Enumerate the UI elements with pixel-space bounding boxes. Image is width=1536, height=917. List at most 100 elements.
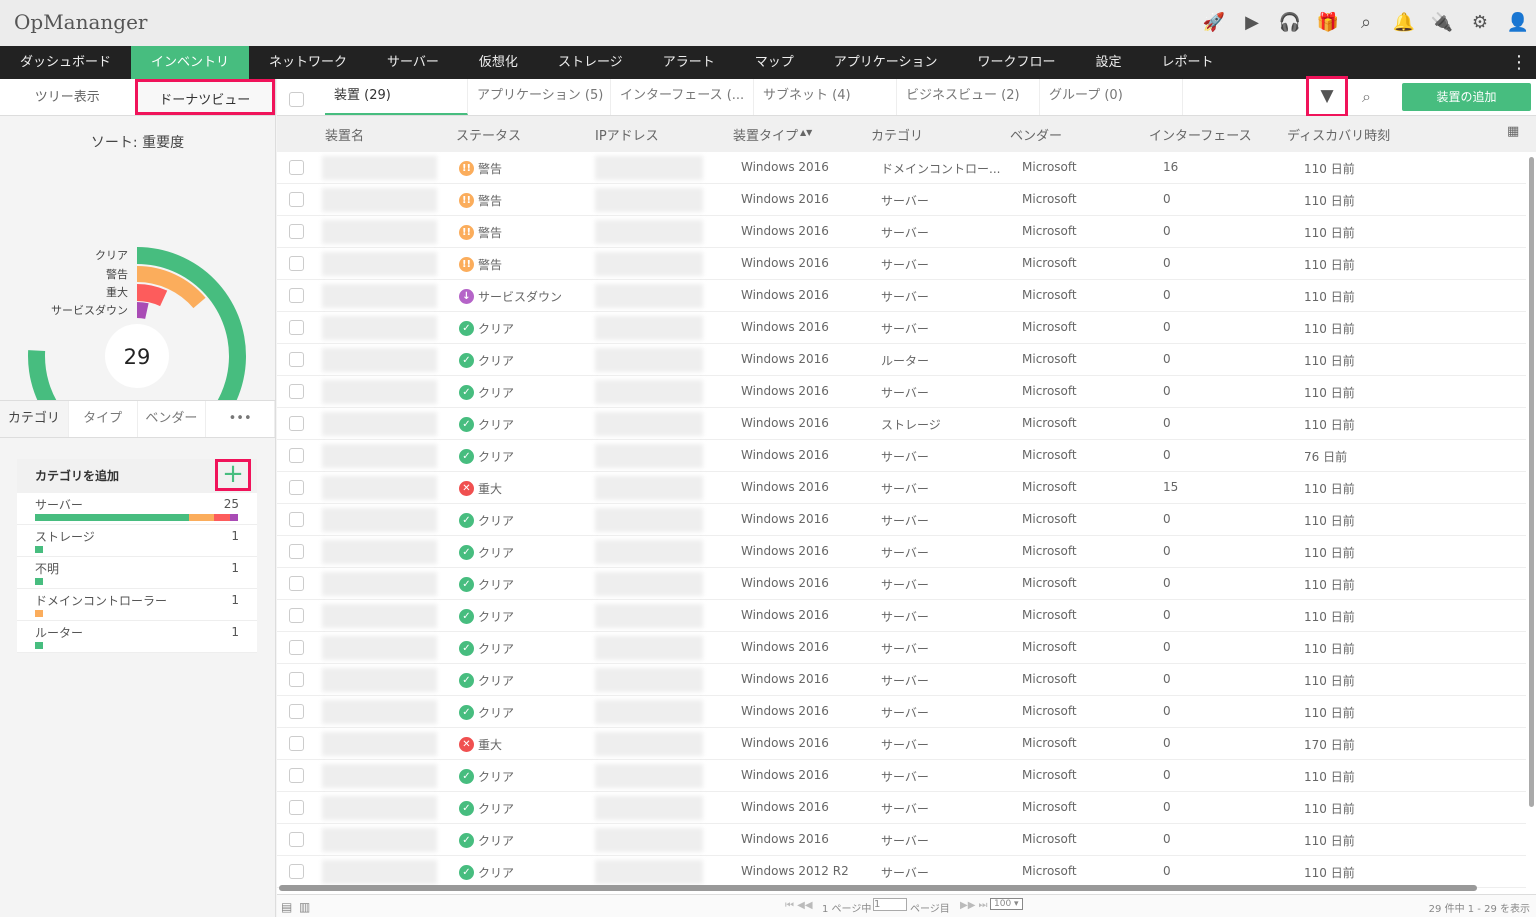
add-category-button[interactable]: + [215, 459, 251, 491]
tab-category[interactable]: カテゴリ [0, 401, 69, 437]
nav-item[interactable]: ストレージ [538, 46, 643, 79]
tab-item[interactable]: 装置 (29) [325, 79, 468, 115]
nav-item[interactable]: ダッシュボード [0, 46, 131, 79]
column-header[interactable]: インターフェース [1149, 125, 1252, 144]
row-checkbox[interactable] [289, 704, 304, 719]
device-name-redacted[interactable] [322, 540, 437, 564]
row-checkbox[interactable] [289, 576, 304, 591]
device-name-redacted[interactable] [322, 412, 437, 436]
headset-icon[interactable]: 🎧 [1278, 10, 1302, 34]
row-checkbox[interactable] [289, 288, 304, 303]
row-checkbox[interactable] [289, 256, 304, 271]
row-checkbox[interactable] [289, 480, 304, 495]
more-tabs-button[interactable]: ••• [206, 401, 275, 437]
device-name-redacted[interactable] [322, 636, 437, 660]
device-name-redacted[interactable] [322, 668, 437, 692]
horizontal-scrollbar[interactable] [279, 885, 1477, 891]
first-prev-page-icon[interactable]: ⏮ ◀◀ [785, 900, 813, 911]
category-item[interactable]: ストレージ 1 [17, 525, 257, 557]
device-name-redacted[interactable] [322, 732, 437, 756]
tab-item[interactable]: インターフェース (... [611, 79, 754, 115]
nav-item[interactable]: 設定 [1075, 46, 1141, 79]
row-checkbox[interactable] [289, 416, 304, 431]
next-last-page-icon[interactable]: ▶▶ ⏭ [960, 900, 988, 911]
select-all-checkbox[interactable] [289, 92, 304, 107]
category-item[interactable]: ドメインコントローラー 1 [17, 589, 257, 621]
nav-item[interactable]: ネットワーク [249, 46, 367, 79]
export-excel-icon[interactable]: ▥ [299, 900, 310, 914]
row-checkbox[interactable] [289, 160, 304, 175]
row-checkbox[interactable] [289, 864, 304, 879]
gift-icon[interactable]: 🎁 [1316, 10, 1340, 34]
category-item[interactable]: ルーター 1 [17, 621, 257, 653]
add-device-button[interactable]: 装置の追加 [1402, 83, 1531, 111]
device-name-redacted[interactable] [322, 284, 437, 308]
category-item[interactable]: 不明 1 [17, 557, 257, 589]
table-row[interactable]: !! 警告 Windows 2016 サーバー Microsoft 0 110 日… [277, 248, 1526, 280]
device-name-redacted[interactable] [322, 572, 437, 596]
nav-item[interactable]: マップ [735, 46, 814, 79]
nav-item[interactable]: 仮想化 [459, 46, 538, 79]
table-row[interactable]: ✓ クリア Windows 2016 サーバー Microsoft 0 110 日… [277, 600, 1526, 632]
device-name-redacted[interactable] [322, 700, 437, 724]
table-row[interactable]: ✓ クリア Windows 2016 サーバー Microsoft 0 110 日… [277, 760, 1526, 792]
gear-icon[interactable]: ⚙ [1468, 10, 1492, 34]
row-checkbox[interactable] [289, 768, 304, 783]
device-name-redacted[interactable] [322, 348, 437, 372]
more-menu-icon[interactable]: ⋮ [1510, 46, 1528, 79]
column-header[interactable]: 装置タイプ [733, 125, 798, 144]
sort-icon[interactable]: ▲▼ [800, 128, 812, 137]
row-checkbox[interactable] [289, 512, 304, 527]
search-icon[interactable]: ⌕ [1354, 10, 1378, 34]
column-header[interactable]: ベンダー [1010, 125, 1062, 144]
tree-view-tab[interactable]: ツリー表示 [0, 79, 135, 115]
row-checkbox[interactable] [289, 608, 304, 623]
nav-item[interactable]: アラート [643, 46, 735, 79]
column-settings-icon[interactable]: ▦ [1507, 124, 1519, 139]
donut-view-tab[interactable]: ドーナツビュー [134, 79, 275, 115]
device-name-redacted[interactable] [322, 156, 437, 180]
tab-item[interactable]: アプリケーション (5) [468, 79, 611, 115]
column-header[interactable]: IPアドレス [595, 125, 659, 144]
device-name-redacted[interactable] [322, 316, 437, 340]
device-name-redacted[interactable] [322, 188, 437, 212]
device-name-redacted[interactable] [322, 764, 437, 788]
table-row[interactable]: ✓ クリア Windows 2016 サーバー Microsoft 0 110 日… [277, 664, 1526, 696]
table-row[interactable]: ✓ クリア Windows 2016 ルーター Microsoft 0 110 日… [277, 344, 1526, 376]
plug-icon[interactable]: 🔌 [1430, 10, 1454, 34]
device-name-redacted[interactable] [322, 252, 437, 276]
device-name-redacted[interactable] [322, 508, 437, 532]
table-row[interactable]: ✓ クリア Windows 2016 サーバー Microsoft 0 76 日前 [277, 440, 1526, 472]
rocket-icon[interactable]: 🚀 [1202, 10, 1226, 34]
table-row[interactable]: ↓ サービスダウン Windows 2016 サーバー Microsoft 0 1… [277, 280, 1526, 312]
page-input[interactable]: 1 [873, 898, 907, 911]
table-row[interactable]: ✓ クリア Windows 2016 ストレージ Microsoft 0 110 … [277, 408, 1526, 440]
table-row[interactable]: ✕ 重大 Windows 2016 サーバー Microsoft 15 110 日… [277, 472, 1526, 504]
row-checkbox[interactable] [289, 672, 304, 687]
category-item[interactable]: サーバー 25 [17, 493, 257, 525]
table-row[interactable]: ✓ クリア Windows 2016 サーバー Microsoft 0 110 日… [277, 376, 1526, 408]
device-name-redacted[interactable] [322, 860, 437, 884]
table-row[interactable]: ✓ クリア Windows 2016 サーバー Microsoft 0 110 日… [277, 312, 1526, 344]
column-header[interactable]: ステータス [456, 125, 521, 144]
nav-item[interactable]: アプリケーション [814, 46, 958, 79]
donut-segment[interactable] [137, 302, 149, 319]
tab-item[interactable]: ビジネスビュー (2) [897, 79, 1040, 115]
tab-type[interactable]: タイプ [69, 401, 138, 437]
row-checkbox[interactable] [289, 384, 304, 399]
table-row[interactable]: ✓ クリア Windows 2016 サーバー Microsoft 0 110 日… [277, 824, 1526, 856]
row-checkbox[interactable] [289, 192, 304, 207]
device-name-redacted[interactable] [322, 380, 437, 404]
column-header[interactable]: カテゴリ [871, 125, 923, 144]
avatar-icon[interactable]: 👤 [1506, 10, 1530, 34]
tab-item[interactable]: グループ (0) [1040, 79, 1183, 115]
export-pdf-icon[interactable]: ▤ [281, 900, 292, 914]
presentation-icon[interactable]: ▶ [1240, 10, 1264, 34]
row-checkbox[interactable] [289, 640, 304, 655]
table-row[interactable]: ✓ クリア Windows 2012 R2 サーバー Microsoft 0 11… [277, 856, 1526, 888]
table-row[interactable]: ✕ 重大 Windows 2016 サーバー Microsoft 0 170 日前 [277, 728, 1526, 760]
row-checkbox[interactable] [289, 736, 304, 751]
row-checkbox[interactable] [289, 448, 304, 463]
device-name-redacted[interactable] [322, 828, 437, 852]
device-name-redacted[interactable] [322, 444, 437, 468]
